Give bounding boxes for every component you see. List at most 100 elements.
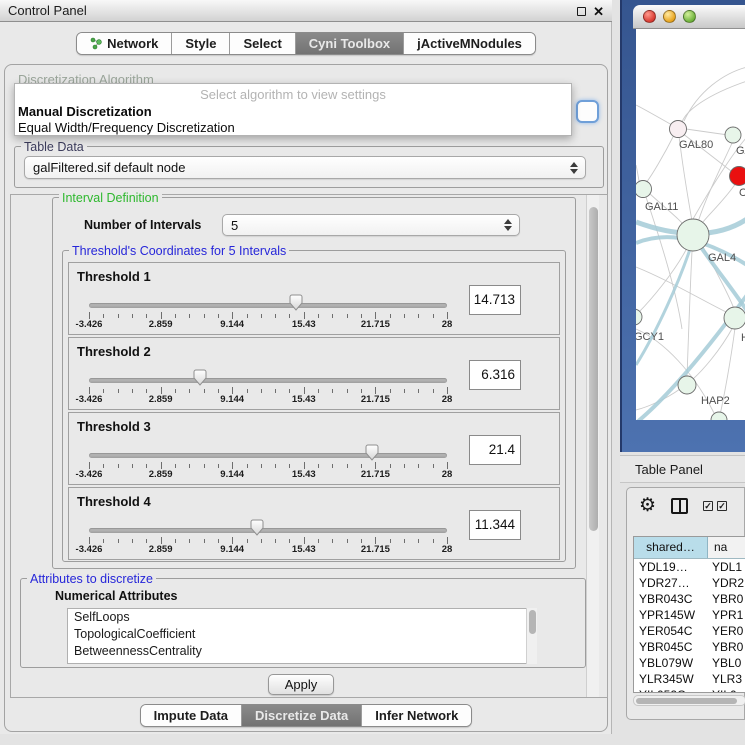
tab-network[interactable]: Network: [77, 33, 172, 54]
cell-shared-name[interactable]: YBR045C: [634, 639, 708, 655]
slider-thumb[interactable]: [193, 369, 207, 386]
cell-shared-name[interactable]: YBL079W: [634, 655, 708, 671]
slider-tick: [304, 312, 305, 319]
float-window-icon[interactable]: [577, 7, 586, 16]
apply-button[interactable]: Apply: [268, 674, 334, 695]
slider-ticks: [89, 537, 447, 544]
slider-thumb[interactable]: [365, 444, 379, 461]
slider-thumb[interactable]: [250, 519, 264, 536]
cell-name[interactable]: YDL1: [708, 559, 745, 575]
slider-tick-label: 28: [442, 319, 453, 330]
table-row[interactable]: YPR145WYPR1: [634, 607, 745, 623]
cell-shared-name[interactable]: YBR043C: [634, 591, 708, 607]
cell-name[interactable]: YBL0: [708, 655, 745, 671]
tab-cyni-toolbox[interactable]: Cyni Toolbox: [296, 33, 404, 54]
checkbox-icon[interactable]: ✓: [703, 501, 713, 511]
cell-shared-name[interactable]: YLR345W: [634, 671, 708, 687]
attributes-list-scrollbar[interactable]: [526, 608, 537, 664]
table-horizontal-scrollbar[interactable]: [633, 695, 745, 706]
tab-style[interactable]: Style: [172, 33, 230, 54]
table-row[interactable]: YDR27…YDR2: [634, 575, 745, 591]
slider-tick-labels: -3.4262.8599.14415.4321.71528: [89, 469, 447, 481]
slider-tick: [304, 537, 305, 544]
zoom-traffic-light-icon[interactable]: [683, 10, 696, 23]
settings-vertical-scrollbar[interactable]: [586, 195, 599, 697]
network-window-titlebar[interactable]: [633, 5, 745, 29]
slider-tick: [361, 389, 362, 393]
threshold-value-field[interactable]: 11.344: [469, 510, 521, 540]
threshold-value-field[interactable]: 6.316: [469, 360, 521, 390]
network-canvas[interactable]: GAL80GACGAL11GAL4GCY1HHAP2: [636, 29, 745, 420]
tab-infer-network[interactable]: Infer Network: [362, 705, 471, 726]
scrollbar-thumb[interactable]: [589, 207, 598, 531]
slider-tick-label: 2.859: [149, 319, 173, 330]
numerical-attributes-label: Numerical Attributes: [55, 589, 177, 603]
slider-tick-label: -3.426: [76, 319, 103, 330]
cell-shared-name[interactable]: YER054C: [634, 623, 708, 639]
columns-icon[interactable]: [671, 498, 688, 514]
slider-tick: [404, 539, 405, 543]
attribute-list-item[interactable]: TopologicalCoefficient: [68, 626, 536, 643]
close-icon[interactable]: ✕: [593, 5, 604, 18]
table-row[interactable]: YDL19…YDL1: [634, 559, 745, 575]
slider-track[interactable]: [89, 528, 447, 533]
table-row[interactable]: YBL079WYBL0: [634, 655, 745, 671]
slider-thumb[interactable]: [289, 294, 303, 311]
cell-name[interactable]: YER0: [708, 623, 745, 639]
slider-tick: [189, 464, 190, 468]
cell-name[interactable]: YDR2: [708, 575, 745, 591]
network-node: [636, 309, 642, 325]
scrollbar-thumb[interactable]: [529, 610, 536, 634]
tab-jactivemnodules[interactable]: jActiveMNodules: [404, 33, 535, 54]
close-traffic-light-icon[interactable]: [643, 10, 656, 23]
algorithm-option-manual-discretization[interactable]: Manual Discretization: [18, 104, 152, 119]
cell-shared-name[interactable]: YIL052C: [634, 687, 708, 693]
algorithm-combobox-focus-ring[interactable]: [576, 100, 599, 123]
tab-impute-data[interactable]: Impute Data: [141, 705, 242, 726]
algorithm-placeholder-option[interactable]: Select algorithm to view settings: [15, 87, 571, 102]
cell-name[interactable]: YPR1: [708, 607, 745, 623]
cell-name[interactable]: YIL0: [708, 687, 745, 693]
network-view-window[interactable]: GAL80GACGAL11GAL4GCY1HHAP2: [620, 0, 745, 452]
table-row[interactable]: YLR345WYLR3: [634, 671, 745, 687]
threshold-value-field[interactable]: 21.4: [469, 435, 521, 465]
checkbox-icon[interactable]: ✓: [717, 501, 727, 511]
cell-name[interactable]: YBR0: [708, 639, 745, 655]
slider-tick: [247, 314, 248, 318]
cell-shared-name[interactable]: YPR145W: [634, 607, 708, 623]
slider-tick: [375, 387, 376, 394]
tab-discretize-data[interactable]: Discretize Data: [242, 705, 362, 726]
minimize-traffic-light-icon[interactable]: [663, 10, 676, 23]
tab-select[interactable]: Select: [230, 33, 295, 54]
table-row[interactable]: YBR043CYBR0: [634, 591, 745, 607]
slider-tick: [447, 462, 448, 469]
table-header-row: shared… na: [634, 537, 745, 559]
attribute-list-item[interactable]: SelfLoops: [68, 609, 536, 626]
network-edge: [646, 135, 674, 183]
scrollbar-thumb[interactable]: [636, 698, 737, 704]
slider-tick-label: 9.144: [220, 469, 244, 480]
node-table[interactable]: shared… na YDL19…YDL1YDR27…YDR2YBR043CYB…: [633, 536, 745, 693]
column-header-name[interactable]: na: [708, 537, 745, 558]
table-data-combobox[interactable]: galFiltered.sif default node: [24, 156, 586, 179]
number-of-intervals-combobox[interactable]: 5: [222, 214, 520, 236]
slider-track[interactable]: [89, 378, 447, 383]
table-row[interactable]: YER054CYER0: [634, 623, 745, 639]
cell-name[interactable]: YBR0: [708, 591, 745, 607]
slider-track[interactable]: [89, 453, 447, 458]
slider-tick-label: 15.43: [292, 544, 316, 555]
gear-icon[interactable]: ⚙: [639, 496, 656, 515]
column-header-shared-name[interactable]: shared…: [634, 537, 708, 558]
algorithm-option-equal-width-frequency[interactable]: Equal Width/Frequency Discretization: [18, 120, 235, 135]
slider-track[interactable]: [89, 303, 447, 308]
table-row[interactable]: YIL052CYIL0: [634, 687, 745, 693]
numerical-attributes-list[interactable]: SelfLoopsTopologicalCoefficientBetweenne…: [67, 608, 537, 664]
slider-tick: [189, 389, 190, 393]
attribute-list-item[interactable]: BetweennessCentrality: [68, 643, 536, 660]
cell-shared-name[interactable]: YDR27…: [634, 575, 708, 591]
cell-name[interactable]: YLR3: [708, 671, 745, 687]
threshold-value-field[interactable]: 14.713: [469, 285, 521, 315]
cell-shared-name[interactable]: YDL19…: [634, 559, 708, 575]
table-row[interactable]: YBR045CYBR0: [634, 639, 745, 655]
slider-tick: [89, 312, 90, 319]
